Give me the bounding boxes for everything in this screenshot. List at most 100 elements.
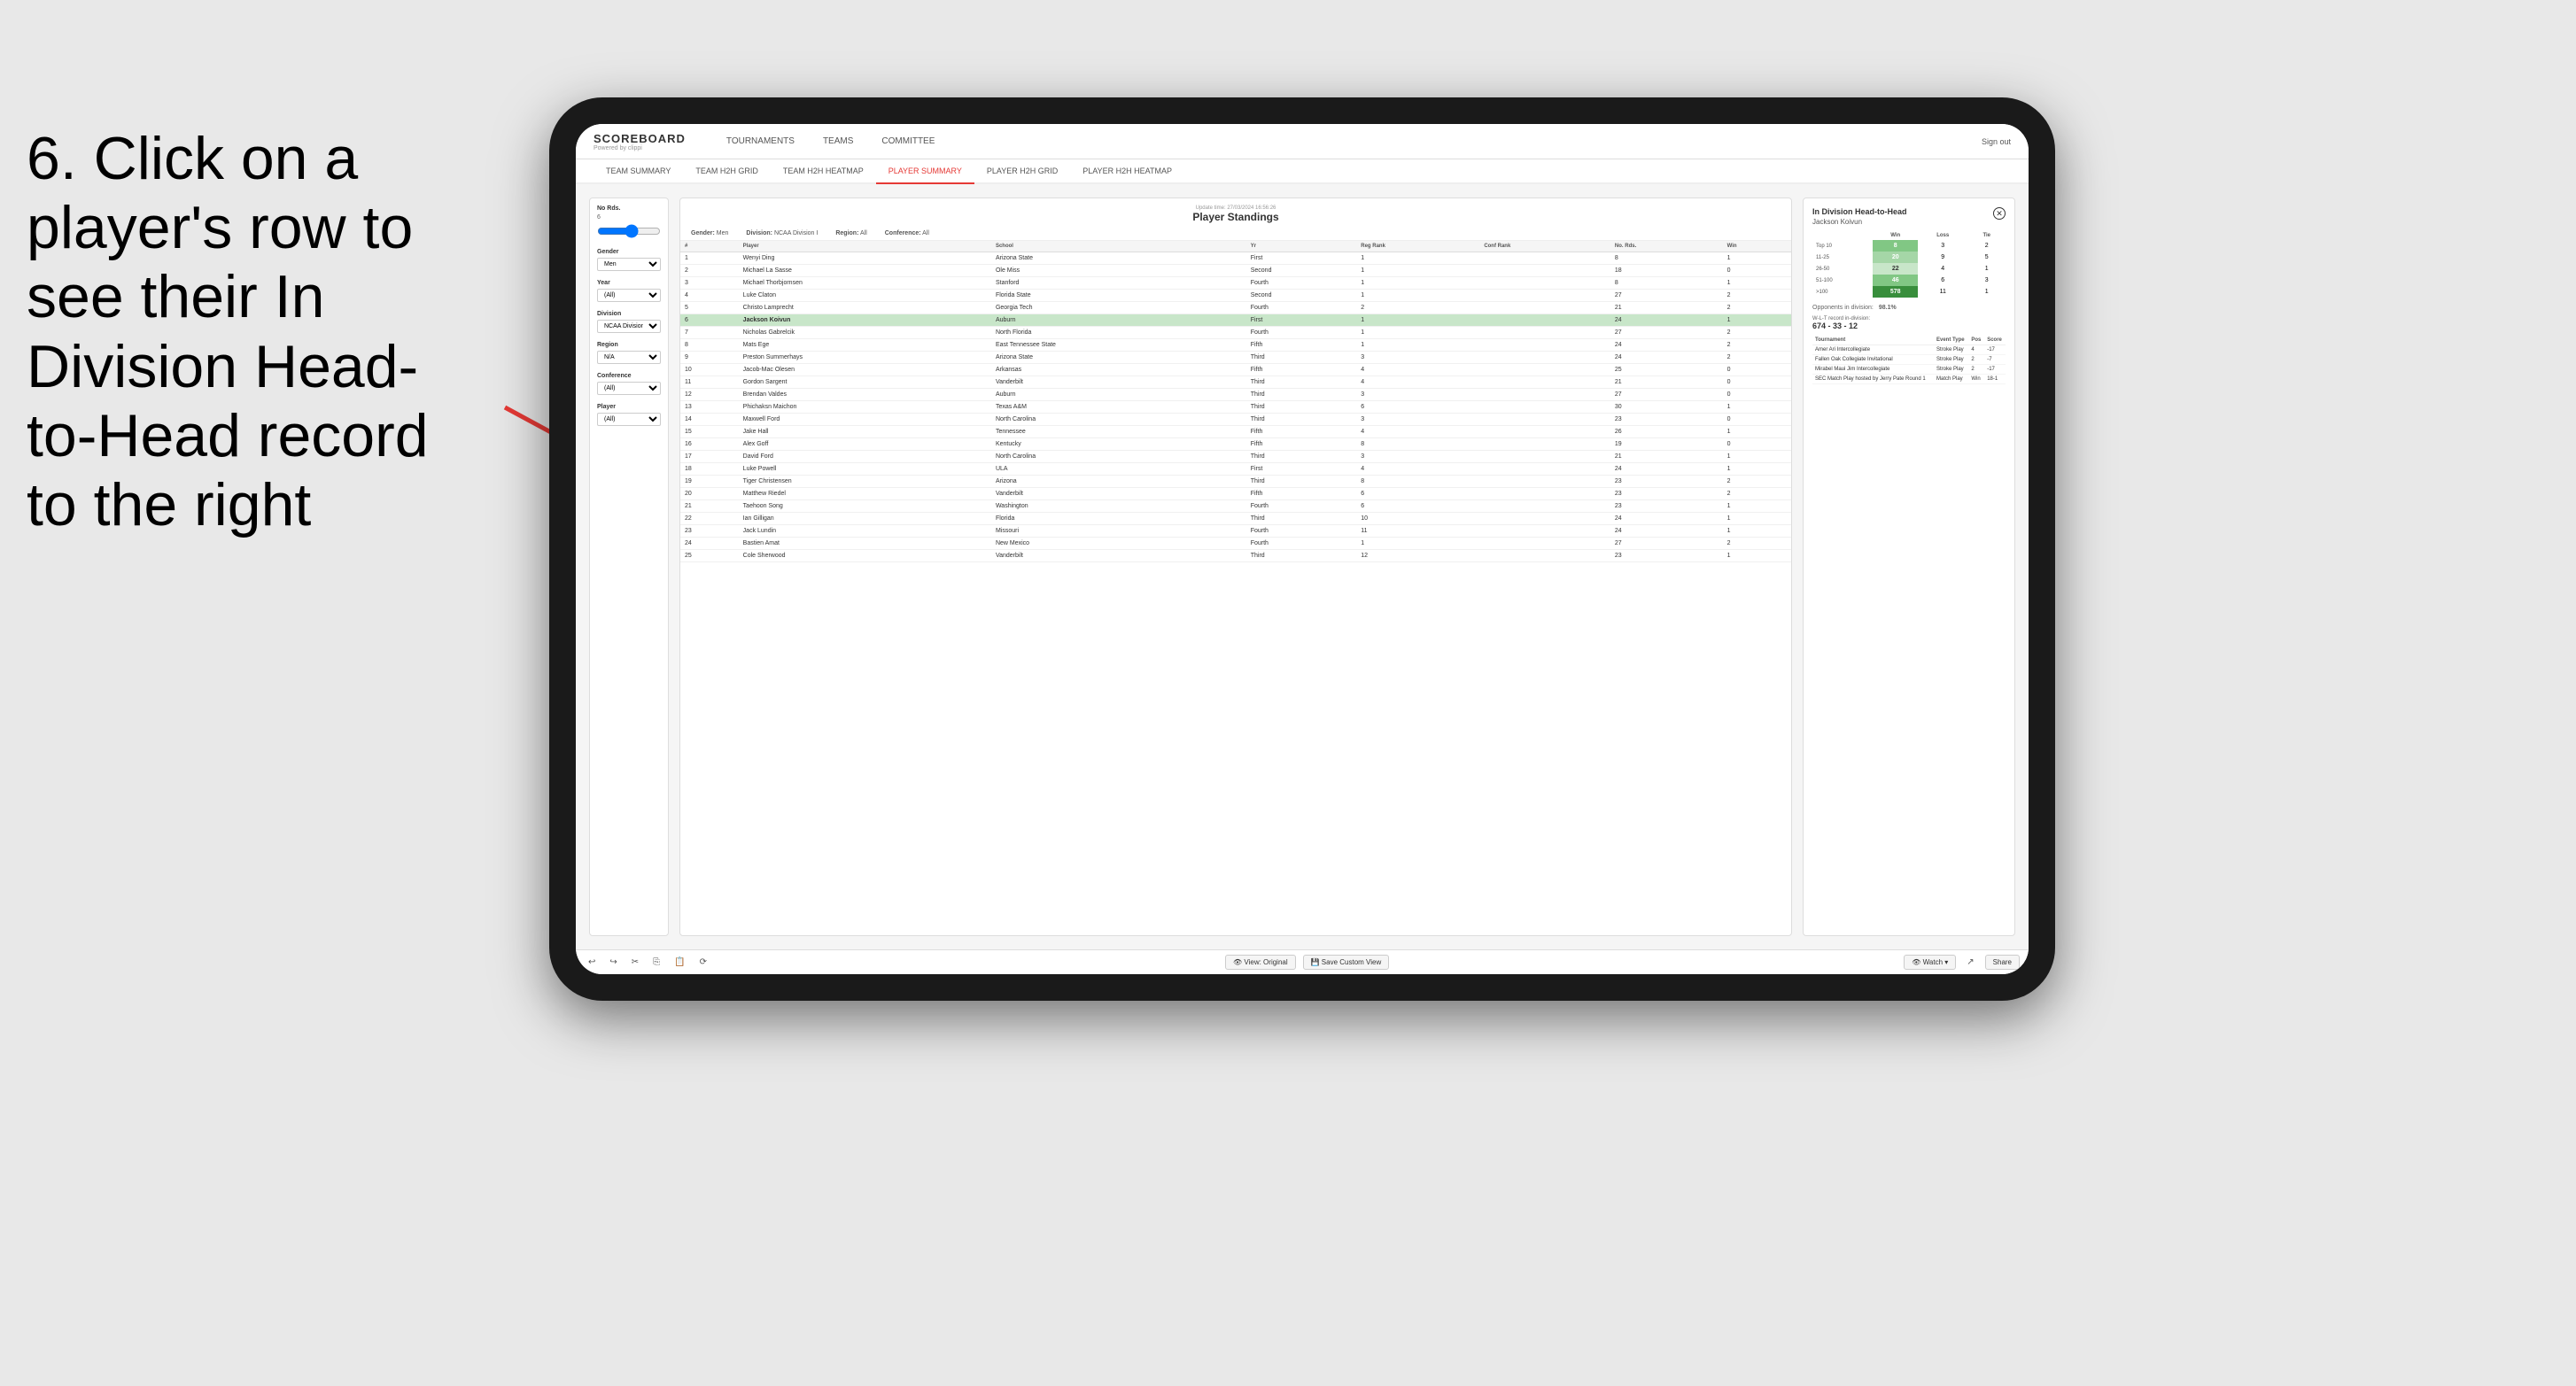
table-row[interactable]: 19 Tiger Christensen Arizona Third 8 23 … bbox=[680, 476, 1791, 488]
col-win: Win bbox=[1723, 241, 1791, 252]
view-original-button[interactable]: 👁 View: Original bbox=[1225, 955, 1296, 970]
conference-label: Conference bbox=[597, 373, 661, 379]
player-standings-panel: Update time: 27/03/2024 16:56:26 Player … bbox=[679, 197, 1792, 936]
player-select[interactable]: (All) bbox=[597, 413, 661, 426]
h2h-title: In Division Head-to-Head bbox=[1812, 207, 1907, 216]
table-row[interactable]: 11 Gordon Sargent Vanderbilt Third 4 21 … bbox=[680, 376, 1791, 389]
filter-conference: Conference (All) bbox=[597, 373, 661, 395]
h2h-opponents-value: 98.1% bbox=[1879, 305, 1897, 311]
table-row[interactable]: 8 Mats Ege East Tennessee State Fifth 1 … bbox=[680, 339, 1791, 352]
table-row[interactable]: 25 Cole Sherwood Vanderbilt Third 12 23 … bbox=[680, 550, 1791, 562]
tournament-col-score: Score bbox=[1984, 336, 2006, 345]
table-row[interactable]: 10 Jacob-Mac Olesen Arkansas Fifth 4 25 … bbox=[680, 364, 1791, 376]
table-row[interactable]: 2 Michael La Sasse Ole Miss Second 1 18 … bbox=[680, 265, 1791, 277]
table-row[interactable]: 6 Jackson Koivun Auburn First 1 24 1 bbox=[680, 314, 1791, 327]
table-row[interactable]: 7 Nicholas Gabrelcik North Florida Fourt… bbox=[680, 327, 1791, 339]
filter-division-display: Division: NCAA Division I bbox=[746, 230, 818, 236]
table-row[interactable]: 5 Christo Lamprecht Georgia Tech Fourth … bbox=[680, 302, 1791, 314]
sign-out-link[interactable]: Sign out bbox=[1982, 137, 2011, 146]
tournament-col-pos: Pos bbox=[1968, 336, 1984, 345]
table-row[interactable]: 21 Taehoon Song Washington Fourth 6 23 1 bbox=[680, 500, 1791, 513]
no-rds-slider[interactable] bbox=[597, 224, 661, 238]
top-nav: SCOREBOARD Powered by clippi TOURNAMENTS… bbox=[576, 124, 2029, 159]
table-row[interactable]: 1 Wenyi Ding Arizona State First 1 8 1 bbox=[680, 252, 1791, 265]
h2h-row: 26-50 22 4 1 bbox=[1812, 263, 2006, 275]
tournament-table: Tournament Event Type Pos Score Amer Ari… bbox=[1812, 336, 2006, 384]
h2h-row: 51-100 46 6 3 bbox=[1812, 275, 2006, 286]
nav-teams[interactable]: TEAMS bbox=[809, 131, 867, 151]
sub-nav-player-h2h-heatmap[interactable]: PLAYER H2H HEATMAP bbox=[1070, 159, 1184, 182]
h2h-header: In Division Head-to-Head Jackson Koivun … bbox=[1812, 207, 2006, 226]
table-row[interactable]: 23 Jack Lundin Missouri Fourth 11 24 1 bbox=[680, 525, 1791, 538]
copy-button[interactable]: ⎘ bbox=[649, 956, 663, 969]
col-player: Player bbox=[739, 241, 991, 252]
filter-gender: Gender Men bbox=[597, 249, 661, 271]
nav-links: TOURNAMENTS TEAMS COMMITTEE bbox=[712, 131, 1982, 151]
h2h-row: >100 578 11 1 bbox=[1812, 286, 2006, 298]
sub-nav-team-h2h-heatmap[interactable]: TEAM H2H HEATMAP bbox=[771, 159, 876, 182]
conference-select[interactable]: (All) bbox=[597, 382, 661, 395]
sub-nav-team-summary[interactable]: TEAM SUMMARY bbox=[594, 159, 683, 182]
sub-nav-team-h2h-grid[interactable]: TEAM H2H GRID bbox=[683, 159, 771, 182]
tournament-row: Fallen Oak Collegiate Invitational Strok… bbox=[1812, 355, 2006, 365]
share-icon[interactable]: ↗ bbox=[1963, 956, 1977, 969]
h2h-player-name: Jackson Koivun bbox=[1812, 218, 1907, 226]
step-number: 6. bbox=[27, 125, 77, 192]
h2h-opponents-label: Opponents in division: 98.1% bbox=[1812, 305, 2006, 311]
col-num: # bbox=[680, 241, 739, 252]
table-row[interactable]: 17 David Ford North Carolina Third 3 21 … bbox=[680, 451, 1791, 463]
watch-button[interactable]: 👁 Watch ▾ bbox=[1904, 955, 1956, 970]
no-rds-label: No Rds. bbox=[597, 205, 661, 212]
tournament-row: Mirabel Maui Jim Intercollegiate Stroke … bbox=[1812, 365, 2006, 375]
table-row[interactable]: 15 Jake Hall Tennessee Fifth 4 26 1 bbox=[680, 426, 1791, 438]
table-row[interactable]: 14 Maxwell Ford North Carolina Third 3 2… bbox=[680, 414, 1791, 426]
gender-select[interactable]: Men bbox=[597, 258, 661, 271]
nav-tournaments[interactable]: TOURNAMENTS bbox=[712, 131, 809, 151]
division-select[interactable]: NCAA Division I bbox=[597, 320, 661, 333]
table-row[interactable]: 20 Matthew Riedel Vanderbilt Fifth 6 23 … bbox=[680, 488, 1791, 500]
h2h-close-button[interactable]: ✕ bbox=[1993, 207, 2006, 220]
region-select[interactable]: N/A bbox=[597, 351, 661, 364]
save-custom-view-button[interactable]: 💾 Save Custom View bbox=[1303, 955, 1390, 970]
cut-button[interactable]: ✂ bbox=[628, 956, 642, 969]
col-conf-rank: Conf Rank bbox=[1479, 241, 1610, 252]
h2h-th-tie: Tie bbox=[1967, 231, 2006, 240]
share-button[interactable]: Share bbox=[1985, 955, 2020, 970]
paste-button[interactable]: 📋 bbox=[671, 956, 688, 969]
sub-nav-player-summary[interactable]: PLAYER SUMMARY bbox=[876, 159, 974, 184]
table-row[interactable]: 16 Alex Goff Kentucky Fifth 8 19 0 bbox=[680, 438, 1791, 451]
nav-right: Sign out bbox=[1982, 137, 2011, 146]
year-select[interactable]: (All) bbox=[597, 289, 661, 302]
table-row[interactable]: 3 Michael Thorbjornsen Stanford Fourth 1… bbox=[680, 277, 1791, 290]
region-label: Region bbox=[597, 342, 661, 348]
redo-button[interactable]: ↪ bbox=[606, 956, 620, 969]
tablet-frame: SCOREBOARD Powered by clippi TOURNAMENTS… bbox=[549, 97, 2055, 1001]
table-row[interactable]: 12 Brendan Valdes Auburn Third 3 27 0 bbox=[680, 389, 1791, 401]
nav-committee[interactable]: COMMITTEE bbox=[867, 131, 949, 151]
instruction-body: Click on a player's row to see their In … bbox=[27, 125, 429, 538]
tablet-screen: SCOREBOARD Powered by clippi TOURNAMENTS… bbox=[576, 124, 2029, 974]
table-row[interactable]: 13 Phichaksn Maichon Texas A&M Third 6 3… bbox=[680, 401, 1791, 414]
table-row[interactable]: 18 Luke Powell ULA First 4 24 1 bbox=[680, 463, 1791, 476]
table-row[interactable]: 24 Bastien Amat New Mexico Fourth 1 27 2 bbox=[680, 538, 1791, 550]
table-row[interactable]: 22 Ian Gilligan Florida Third 10 24 1 bbox=[680, 513, 1791, 525]
h2h-record: W-L-T record in-division: 674 - 33 - 12 bbox=[1812, 313, 2006, 330]
h2h-panel: In Division Head-to-Head Jackson Koivun … bbox=[1803, 197, 2015, 936]
filter-player: Player (All) bbox=[597, 404, 661, 426]
sub-nav-player-h2h-grid[interactable]: PLAYER H2H GRID bbox=[974, 159, 1070, 182]
standings-table: # Player School Yr Reg Rank Conf Rank No… bbox=[680, 241, 1791, 562]
filter-no-rds: No Rds. 6 bbox=[597, 205, 661, 240]
undo-button[interactable]: ↩ bbox=[585, 956, 599, 969]
bottom-toolbar: ↩ ↪ ✂ ⎘ 📋 ⟳ 👁 View: Original 💾 Save Cust… bbox=[576, 949, 2029, 974]
filter-gender-display: Gender: Men bbox=[691, 230, 728, 236]
filter-conference-display: Conference: All bbox=[885, 230, 929, 236]
tournament-col-name: Tournament bbox=[1812, 336, 1934, 345]
table-row[interactable]: 4 Luke Claton Florida State Second 1 27 … bbox=[680, 290, 1791, 302]
no-rds-value: 6 bbox=[597, 214, 661, 221]
refresh-button[interactable]: ⟳ bbox=[696, 956, 710, 969]
table-row[interactable]: 9 Preston Summerhays Arizona State Third… bbox=[680, 352, 1791, 364]
col-reg-rank: Reg Rank bbox=[1356, 241, 1479, 252]
logo-scoreboard: SCOREBOARD bbox=[594, 132, 686, 145]
h2h-th-range bbox=[1812, 231, 1873, 240]
h2h-th-loss: Loss bbox=[1918, 231, 1967, 240]
